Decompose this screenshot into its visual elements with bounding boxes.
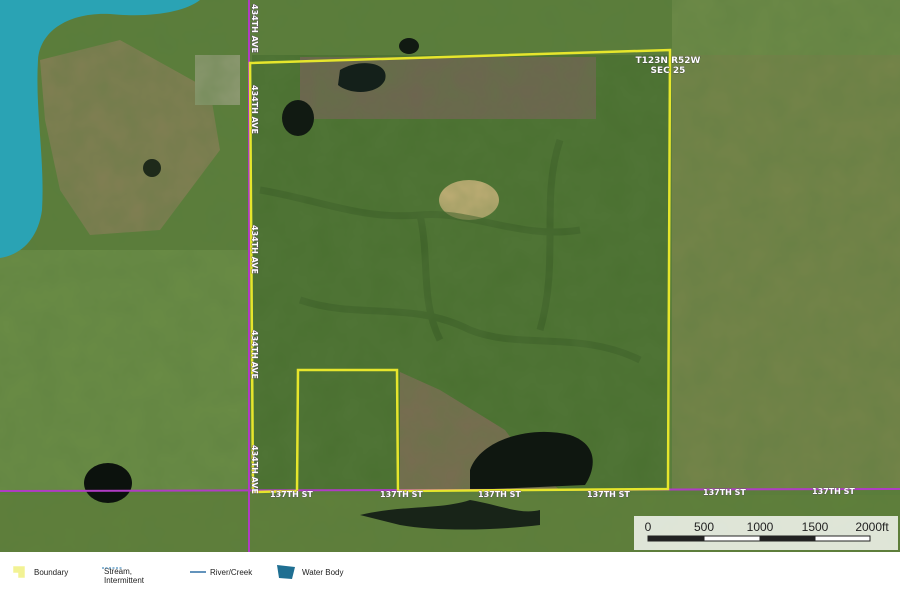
legend-label-river-creek: River/Creek — [210, 567, 253, 577]
pond-north-1 — [282, 100, 314, 136]
road-label-137th-st-3: 137TH ST — [478, 490, 521, 499]
road-label-434th-ave-2: 434TH AVE — [250, 85, 259, 134]
terrain-texture — [0, 0, 900, 552]
scale-bar-segment-2 — [703, 535, 761, 542]
legend-item-boundary: Boundary — [12, 562, 68, 582]
scale-bar-segment-3 — [759, 535, 816, 542]
road-label-434th-ave-5: 434TH AVE — [250, 445, 259, 494]
water-body-icon — [277, 565, 295, 579]
legend-item-water-body: Water Body — [276, 562, 344, 582]
road-label-434th-ave-3: 434TH AVE — [250, 225, 259, 274]
aerial-map[interactable]: 434TH AVE 434TH AVE 434TH AVE 434TH AVE … — [0, 0, 900, 552]
legend-label-water-body: Water Body — [302, 567, 344, 577]
scale-tick-label-1500: 1500 — [802, 520, 829, 534]
road-label-434th-ave-4: 434TH AVE — [250, 330, 259, 379]
road-label-137th-st-1: 137TH ST — [270, 490, 313, 499]
section-label-township: T123N R52W — [636, 56, 701, 66]
scale-bar: 0 500 1000 1500 2000ft — [634, 516, 898, 550]
boundary-icon — [13, 566, 25, 578]
legend-label-boundary: Boundary — [34, 567, 69, 577]
stream-intermittent-icon — [102, 567, 122, 569]
river-creek-icon — [190, 571, 206, 573]
road-label-137th-st-2: 137TH ST — [380, 490, 423, 499]
scale-tick-label-2000ft: 2000ft — [855, 520, 889, 534]
road-label-137th-st-6: 137TH ST — [812, 487, 855, 496]
pond-west — [84, 463, 132, 503]
road-label-137th-st-5: 137TH ST — [703, 488, 746, 497]
section-label-section: SEC 25 — [651, 66, 686, 76]
road-label-137th-st-4: 137TH ST — [587, 490, 630, 499]
scale-bar-segment-1 — [647, 535, 705, 542]
map-legend: Boundary Stream, Intermittent River/Cree… — [0, 552, 900, 598]
pond-north-3 — [399, 38, 419, 54]
legend-item-stream-intermittent: Stream, Intermittent — [102, 562, 144, 585]
road-label-434th-ave-1: 434TH AVE — [250, 4, 259, 53]
scale-tick-label-0: 0 — [645, 520, 652, 534]
legend-item-river-creek: River/Creek — [190, 562, 252, 582]
scale-tick-label-500: 500 — [694, 520, 714, 534]
scale-bar-segment-4 — [814, 535, 871, 542]
pond-west-small — [143, 159, 161, 177]
scale-tick-label-1000: 1000 — [747, 520, 774, 534]
